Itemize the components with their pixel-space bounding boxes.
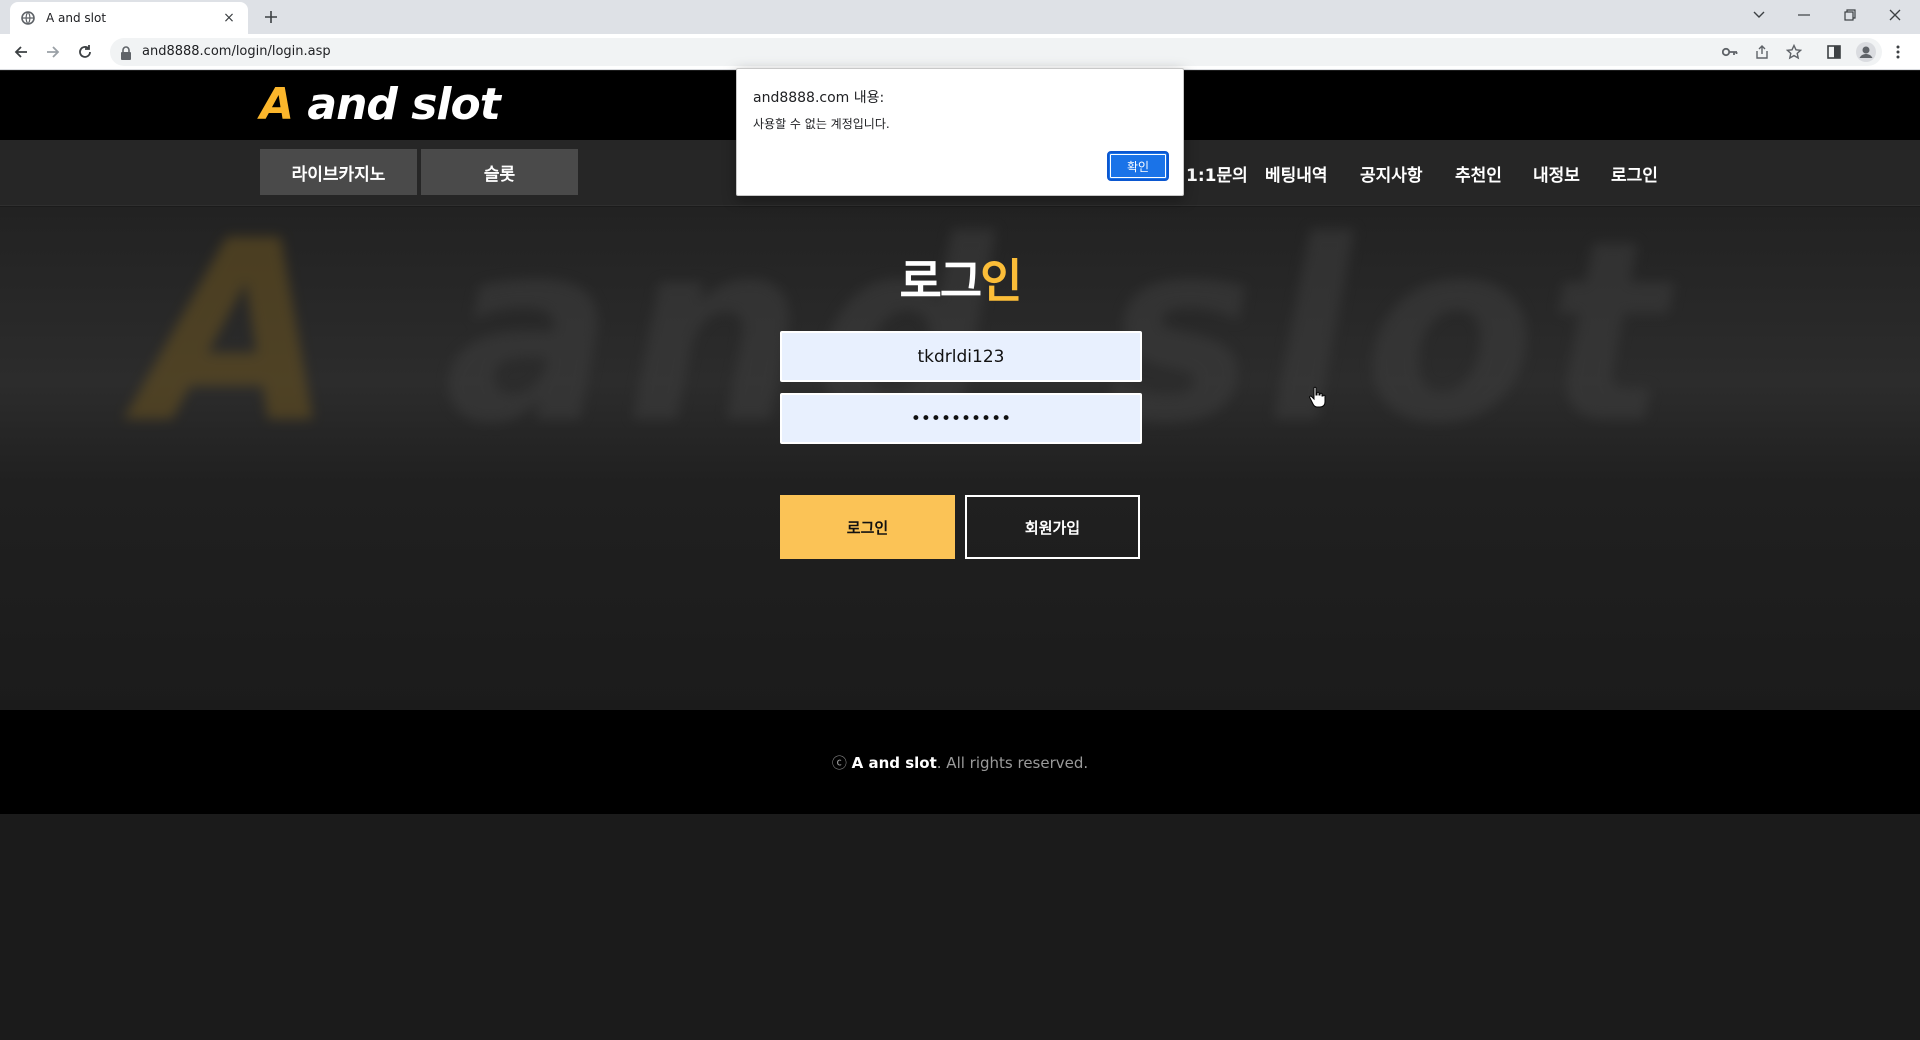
side-panel-icon[interactable] [1822, 40, 1846, 64]
restore-icon[interactable] [1828, 0, 1872, 30]
nav-link-inquiry[interactable]: 1:1문의 [1186, 161, 1248, 186]
dialog-title: and8888.com 내용: [753, 90, 885, 106]
close-window-icon[interactable] [1873, 0, 1917, 30]
forward-icon[interactable] [41, 40, 65, 64]
footer-brand: A and slot [851, 754, 937, 772]
bookmark-star-icon[interactable] [1782, 40, 1806, 64]
back-icon[interactable] [9, 40, 33, 64]
address-bar[interactable]: and8888.com/login/login.asp [110, 38, 1882, 66]
nav-link-betting-history[interactable]: 베팅내역 [1265, 161, 1328, 186]
dialog-message: 사용할 수 없는 계정입니다. [753, 117, 890, 131]
share-icon[interactable] [1750, 40, 1774, 64]
logo-letter-a: A [260, 79, 294, 130]
menu-kebab-icon[interactable] [1886, 40, 1910, 64]
minimize-icon[interactable] [1782, 0, 1826, 30]
nav-link-my-info[interactable]: 내정보 [1533, 161, 1580, 186]
password-input[interactable] [780, 393, 1142, 444]
new-tab-button[interactable] [260, 6, 282, 28]
reload-icon[interactable] [73, 40, 97, 64]
alert-dialog: and8888.com 내용: 사용할 수 없는 계정입니다. 확인 [736, 68, 1184, 196]
nav-link-notices[interactable]: 공지사항 [1360, 161, 1423, 186]
url-text: and8888.com/login/login.asp [142, 44, 331, 59]
globe-icon [20, 10, 36, 26]
login-section: A and slot 로그인 로그인 회원가입 [0, 207, 1920, 710]
login-title-highlight: 인 [980, 254, 1022, 308]
nav-link-login[interactable]: 로그인 [1611, 161, 1658, 186]
login-title: 로그인 [0, 245, 1920, 311]
copyright-symbol: ⓒ [831, 754, 847, 772]
hand-cursor-icon [1308, 386, 1326, 408]
lock-icon[interactable] [120, 45, 132, 60]
username-input[interactable] [780, 331, 1142, 382]
footer-copyright: ⓒ A and slot. All rights reserved. [0, 752, 1920, 773]
logo-text: and slot [293, 79, 500, 130]
tab-title: A and slot [46, 11, 107, 25]
browser-toolbar: and8888.com/login/login.asp [0, 34, 1920, 70]
site-footer: ⓒ A and slot. All rights reserved. [0, 710, 1920, 814]
nav-tab-slot[interactable]: 슬롯 [421, 149, 578, 195]
signup-button[interactable]: 회원가입 [965, 495, 1140, 559]
dialog-ok-button[interactable]: 확인 [1107, 151, 1169, 181]
nav-link-referral[interactable]: 추천인 [1455, 161, 1502, 186]
tab-search-icon[interactable] [1737, 0, 1781, 30]
key-icon[interactable] [1718, 40, 1742, 64]
footer-rights: . All rights reserved. [936, 754, 1089, 772]
login-title-main: 로그 [899, 254, 983, 308]
browser-tab[interactable]: A and slot × [10, 2, 248, 34]
profile-avatar-icon[interactable] [1854, 40, 1878, 64]
login-button[interactable]: 로그인 [780, 495, 955, 559]
nav-tab-live-casino[interactable]: 라이브카지노 [260, 149, 417, 195]
tab-close-icon[interactable]: × [220, 9, 238, 27]
site-logo[interactable]: A and slot [260, 79, 501, 130]
browser-tab-strip: A and slot × [0, 0, 1920, 34]
